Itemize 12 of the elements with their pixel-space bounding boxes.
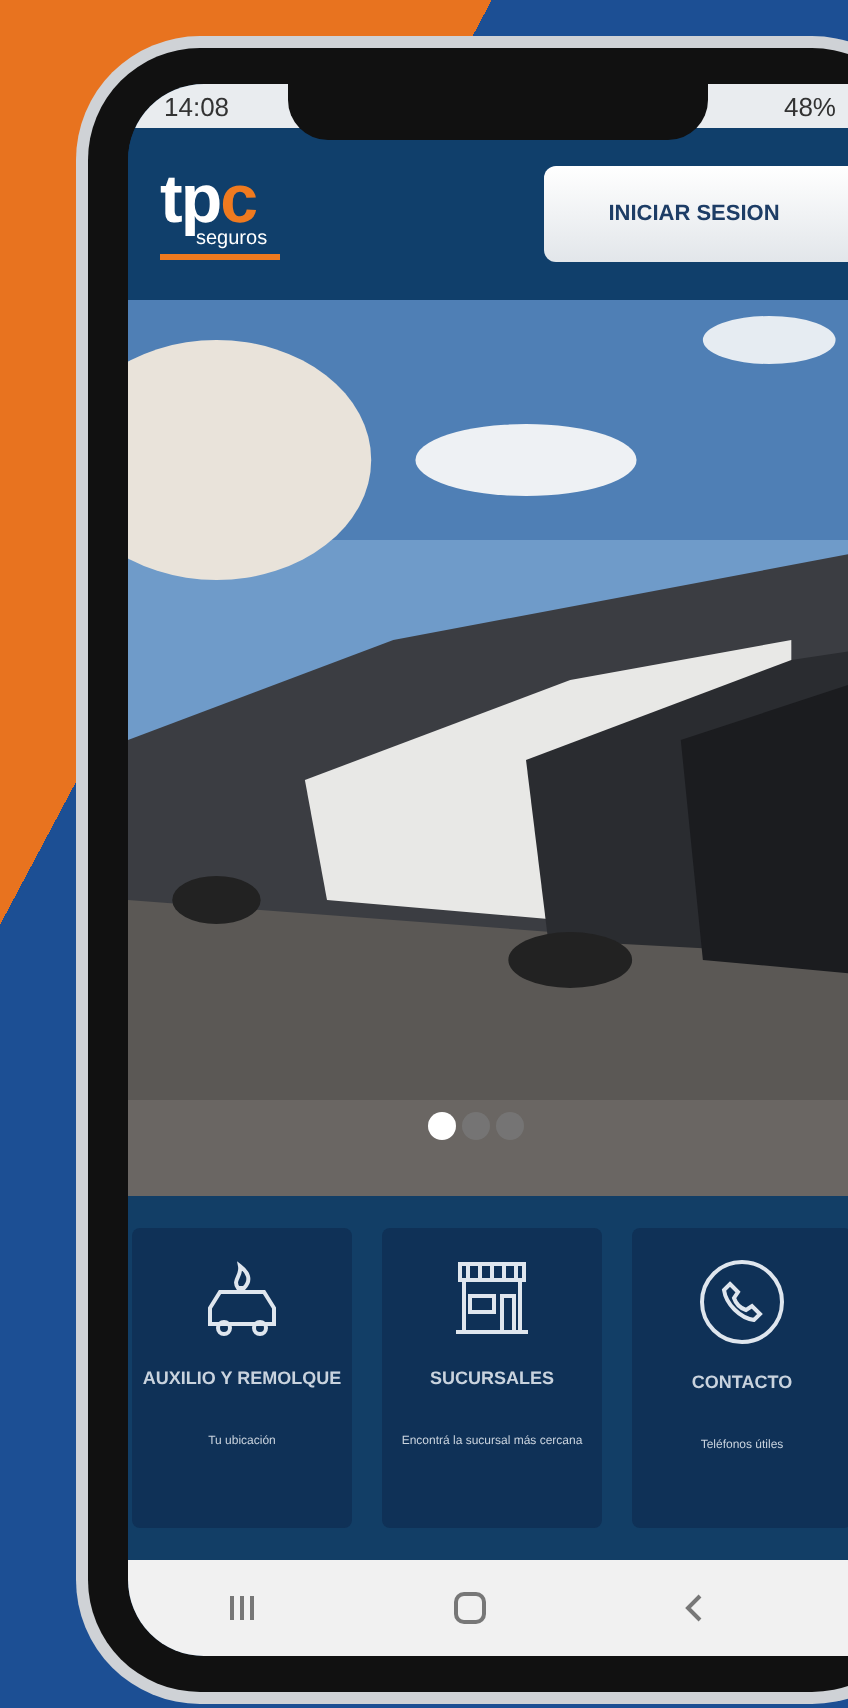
recent-apps-icon[interactable] xyxy=(225,1592,258,1624)
status-time: 14:08 xyxy=(164,91,230,121)
login-button[interactable]: INICIAR SESION xyxy=(544,166,848,262)
battery-level: 48% xyxy=(783,91,836,121)
logo-underline xyxy=(160,253,280,259)
service-title: CONTACTO xyxy=(691,1372,793,1392)
logo-subtitle: seguros xyxy=(196,229,268,249)
phone-icon xyxy=(696,1256,788,1348)
home-icon[interactable] xyxy=(451,1590,488,1626)
back-icon[interactable] xyxy=(682,1592,707,1624)
service-title: SUCURSALES xyxy=(429,1368,554,1388)
service-title: AUXILIO Y REMOLQUE xyxy=(142,1368,342,1388)
